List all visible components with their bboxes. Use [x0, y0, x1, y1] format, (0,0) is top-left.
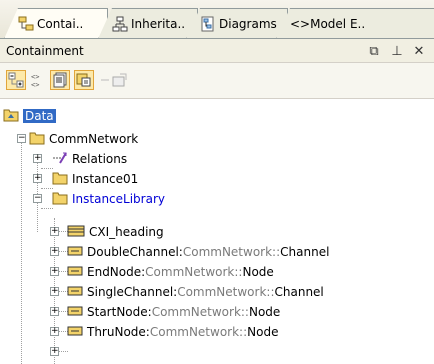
type-name: Node: [248, 305, 281, 319]
collapse-toggle[interactable]: −: [33, 194, 42, 203]
expand-toggle[interactable]: +: [50, 327, 59, 336]
tab-containment[interactable]: Contai..: [4, 8, 108, 38]
tree-node-label: Data: [23, 109, 56, 123]
containment-tree: Data − CommNetwork + Relations + Instanc…: [0, 99, 434, 364]
tab-inheritance[interactable]: Inherita..: [98, 8, 198, 38]
tree-node-endnode[interactable]: EndNode : CommNetwork:: Node: [67, 262, 274, 282]
instance-icon: [67, 304, 83, 321]
expand-toggle[interactable]: +: [33, 154, 42, 163]
type-name: Channel: [274, 285, 324, 299]
expand-toggle[interactable]: +: [50, 267, 59, 276]
tree-node-data[interactable]: Data: [3, 106, 56, 126]
tree-node-label: Relations: [72, 152, 128, 166]
instance-icon: [67, 264, 83, 281]
svg-text:<>: <>: [31, 73, 39, 81]
instance-icon: [67, 284, 83, 301]
tree-node-label: CommNetwork: [49, 132, 139, 146]
type-qualifier: CommNetwork::: [145, 265, 243, 279]
tab-label: <>Model E..: [290, 16, 366, 31]
inheritance-tree-icon: [112, 16, 128, 32]
tree-node-startnode[interactable]: StartNode : CommNetwork:: Node: [67, 302, 280, 322]
relations-icon: [52, 151, 68, 168]
instance-icon: [67, 324, 83, 341]
tree-connector: [21, 138, 22, 364]
filter-icon[interactable]: [74, 70, 94, 90]
tree-node-label: SingleChannel: [87, 285, 174, 299]
package-icon: [3, 108, 19, 125]
type-qualifier: CommNetwork::: [182, 245, 281, 259]
tree-node-label: EndNode: [87, 265, 142, 279]
tree-node-label: StartNode: [87, 305, 148, 319]
tree-node-label: CXI_heading: [89, 225, 164, 239]
toolbar: <> <>: [0, 63, 434, 99]
type-qualifier: CommNetwork::: [177, 285, 275, 299]
tab-label: Diagrams: [219, 16, 277, 31]
tab-label: Contai..: [37, 16, 84, 31]
view-options-icon[interactable]: [50, 70, 70, 90]
expand-all-icon[interactable]: <> <>: [28, 70, 48, 90]
panel-header: Containment ⧉ ⊥ ✕: [0, 39, 434, 63]
tab-label: Inherita..: [131, 16, 186, 31]
restore-icon[interactable]: ⧉: [366, 43, 382, 59]
tree-node-label: ThruNode: [87, 325, 146, 339]
tree-node-label: DoubleChannel: [87, 245, 179, 259]
containment-tree-icon: [18, 16, 34, 32]
pin-icon[interactable]: ⊥: [389, 43, 405, 59]
tree-node-instance01[interactable]: Instance01: [52, 169, 138, 189]
instance-icon: [67, 244, 83, 261]
expand-toggle[interactable]: +: [33, 174, 42, 183]
tree-node-doublechannel[interactable]: DoubleChannel : CommNetwork:: Channel: [67, 242, 329, 262]
collapse-all-icon[interactable]: [6, 70, 26, 90]
tab-model-extensions[interactable]: <>Model E..: [276, 8, 434, 38]
diagrams-icon: [200, 16, 216, 32]
type-name: Channel: [280, 245, 330, 259]
package-icon: [52, 171, 68, 188]
expand-toggle[interactable]: +: [50, 347, 59, 356]
package-icon: [29, 131, 45, 148]
svg-text:<>: <>: [31, 81, 39, 88]
type-name: Node: [242, 265, 274, 279]
expand-toggle[interactable]: +: [50, 227, 59, 236]
class-icon: [67, 224, 85, 241]
tree-node-label: Instance01: [72, 172, 139, 186]
expand-toggle[interactable]: +: [50, 307, 59, 316]
expand-toggle[interactable]: +: [50, 247, 59, 256]
tree-connector: [58, 351, 68, 352]
type-name: Node: [247, 325, 279, 339]
expand-toggle[interactable]: +: [50, 287, 59, 296]
close-icon[interactable]: ✕: [411, 43, 427, 59]
package-icon: [52, 191, 68, 208]
panel-title: Containment: [6, 44, 84, 58]
tab-diagrams[interactable]: Diagrams: [186, 8, 288, 38]
type-qualifier: CommNetwork::: [149, 325, 248, 339]
tree-node-relations[interactable]: Relations: [52, 149, 127, 169]
new-element-icon[interactable]: [110, 70, 130, 90]
tree-node-commnetwork[interactable]: CommNetwork: [29, 129, 138, 149]
collapse-toggle[interactable]: −: [17, 134, 26, 143]
tree-node-label: InstanceLibrary: [72, 192, 165, 206]
type-qualifier: CommNetwork::: [151, 305, 249, 319]
tree-node-thrunode[interactable]: ThruNode : CommNetwork:: Node: [67, 322, 278, 342]
tab-strip: Contai.. Inherita.. Diagrams <>Model E..: [0, 0, 434, 39]
tree-node-cxi-heading[interactable]: CXI_heading: [67, 222, 164, 242]
tree-node-instancelibrary[interactable]: InstanceLibrary: [52, 189, 165, 209]
tree-node-singlechannel[interactable]: SingleChannel : CommNetwork:: Channel: [67, 282, 324, 302]
